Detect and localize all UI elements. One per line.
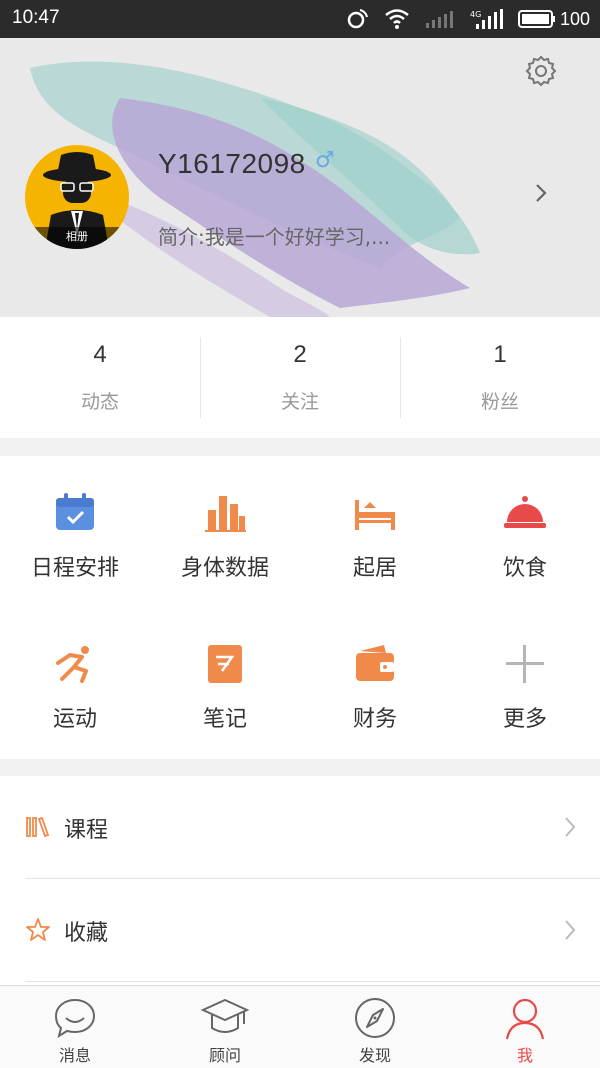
star-icon xyxy=(26,918,50,941)
chevron-right-icon xyxy=(565,920,576,940)
feature-more[interactable]: 更多 xyxy=(450,641,600,733)
nav-tab-advisor[interactable]: 顾问 xyxy=(150,986,300,1068)
feature-notes[interactable]: 笔记 xyxy=(150,641,300,733)
menu-label: 课程 xyxy=(64,818,109,843)
nav-label: 消息 xyxy=(58,1046,91,1065)
feature-label: 笔记 xyxy=(202,707,247,732)
feature-label: 饮食 xyxy=(502,556,547,581)
stat-posts[interactable]: 4 动态 xyxy=(0,317,200,438)
wifi-icon xyxy=(385,9,409,29)
menu-item-favorites[interactable]: 收藏 xyxy=(0,879,600,981)
feature-diet[interactable]: 饮食 xyxy=(450,490,600,582)
status-time: 10:47 xyxy=(12,7,60,28)
stat-label: 动态 xyxy=(80,391,119,413)
chevron-right-icon[interactable] xyxy=(534,182,548,204)
feature-label: 运动 xyxy=(52,707,97,732)
user-name: Y16172098 xyxy=(158,148,306,179)
stats-bar: 4 动态 2 关注 1 粉丝 xyxy=(0,317,600,438)
chat-bubble-icon xyxy=(54,998,96,1039)
calendar-icon xyxy=(56,493,94,530)
person-icon xyxy=(505,998,545,1040)
feature-label: 财务 xyxy=(352,707,397,732)
feature-label: 起居 xyxy=(352,556,397,581)
running-icon xyxy=(56,646,89,683)
menu-item-courses[interactable]: 课程 xyxy=(0,776,600,878)
bottom-nav: 消息 顾问 发现 我 xyxy=(0,985,600,1068)
avatar[interactable]: 相册 xyxy=(25,145,129,249)
signal-icon-sim2: 4G xyxy=(470,9,503,29)
stat-count: 2 xyxy=(293,341,307,368)
feature-exercise[interactable]: 运动 xyxy=(0,641,150,733)
stat-followers[interactable]: 1 粉丝 xyxy=(400,317,600,438)
status-bar: 10:47 4G 100 xyxy=(0,0,600,38)
plus-icon xyxy=(506,645,544,683)
feature-finance[interactable]: 财务 xyxy=(300,641,450,733)
signal-icon-sim1 xyxy=(425,11,453,28)
gender-male-icon: ♂ xyxy=(315,148,335,173)
nav-tab-discover[interactable]: 发现 xyxy=(300,986,450,1068)
feature-daily-routine[interactable]: 起居 xyxy=(300,490,450,582)
list-divider xyxy=(25,981,600,982)
network-type: 4G xyxy=(470,10,481,19)
settings-gear-icon[interactable] xyxy=(524,54,558,88)
note-icon xyxy=(208,645,242,683)
compass-icon xyxy=(355,998,395,1038)
nav-label: 顾问 xyxy=(208,1046,241,1065)
menu-list: 课程 收藏 xyxy=(0,776,600,985)
battery-level: 100 xyxy=(559,8,590,29)
nav-tab-messages[interactable]: 消息 xyxy=(0,986,150,1068)
battery-icon xyxy=(517,10,555,28)
feature-body-data[interactable]: 身体数据 xyxy=(150,490,300,582)
avatar-caption: 相册 xyxy=(25,227,129,249)
chevron-right-icon xyxy=(565,817,576,837)
wallet-icon xyxy=(356,645,394,681)
nav-tab-me[interactable]: 我 xyxy=(450,986,600,1068)
stat-label: 粉丝 xyxy=(480,391,519,413)
stat-count: 4 xyxy=(93,341,107,368)
nav-label: 我 xyxy=(516,1046,533,1065)
feature-label: 日程安排 xyxy=(30,556,119,581)
location-icon xyxy=(347,9,368,29)
stat-following[interactable]: 2 关注 xyxy=(200,317,400,438)
graduation-cap-icon xyxy=(200,998,250,1033)
feature-label: 身体数据 xyxy=(180,556,269,581)
stat-count: 1 xyxy=(493,341,507,368)
feature-schedule[interactable]: 日程安排 xyxy=(0,490,150,582)
feature-grid: 日程安排 身体数据 起居 饮食 运动 笔记 财务 更多 xyxy=(0,456,600,759)
bed-icon xyxy=(355,500,395,530)
profile-header[interactable]: 相册 Y16172098 ♂ 简介:我是一个好好学习,... xyxy=(0,38,600,317)
nav-label: 发现 xyxy=(358,1046,391,1065)
stat-label: 关注 xyxy=(280,391,319,413)
books-icon xyxy=(26,816,50,838)
status-icons: 4G 100 xyxy=(344,6,590,32)
user-bio: 简介:我是一个好好学习,... xyxy=(158,225,391,249)
food-cloche-icon xyxy=(504,496,546,528)
feature-label: 更多 xyxy=(502,707,547,732)
menu-label: 收藏 xyxy=(64,921,109,946)
bar-chart-icon xyxy=(205,496,246,532)
